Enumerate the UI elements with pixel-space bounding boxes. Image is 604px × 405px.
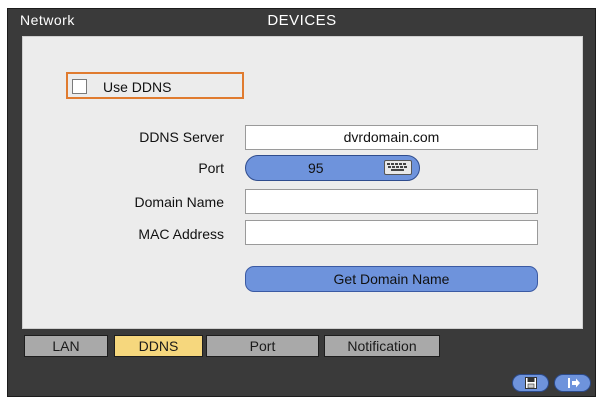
exit-button[interactable]	[554, 374, 591, 392]
ddns-server-field[interactable]: dvrdomain.com	[245, 125, 538, 150]
domain-name-label: Domain Name	[134, 194, 224, 210]
tab-ddns[interactable]: DDNS	[114, 335, 203, 357]
port-label: Port	[198, 160, 224, 176]
tab-port[interactable]: Port	[206, 335, 319, 357]
page-title: DEVICES	[267, 12, 337, 29]
domain-name-field[interactable]	[245, 189, 538, 214]
use-ddns-label: Use DDNS	[103, 79, 172, 95]
port-value: 95	[308, 160, 324, 176]
mac-address-label: MAC Address	[138, 226, 224, 242]
save-icon	[525, 377, 537, 389]
tab-lan[interactable]: LAN	[24, 335, 108, 357]
mac-address-field[interactable]	[245, 220, 538, 245]
use-ddns-checkbox[interactable]	[72, 79, 87, 94]
get-domain-name-button[interactable]: Get Domain Name	[245, 266, 538, 292]
save-button[interactable]	[512, 374, 549, 392]
ddns-server-label: DDNS Server	[139, 129, 224, 145]
keyboard-icon[interactable]	[384, 160, 412, 175]
exit-icon	[568, 378, 580, 388]
tab-notification[interactable]: Notification	[324, 335, 440, 357]
